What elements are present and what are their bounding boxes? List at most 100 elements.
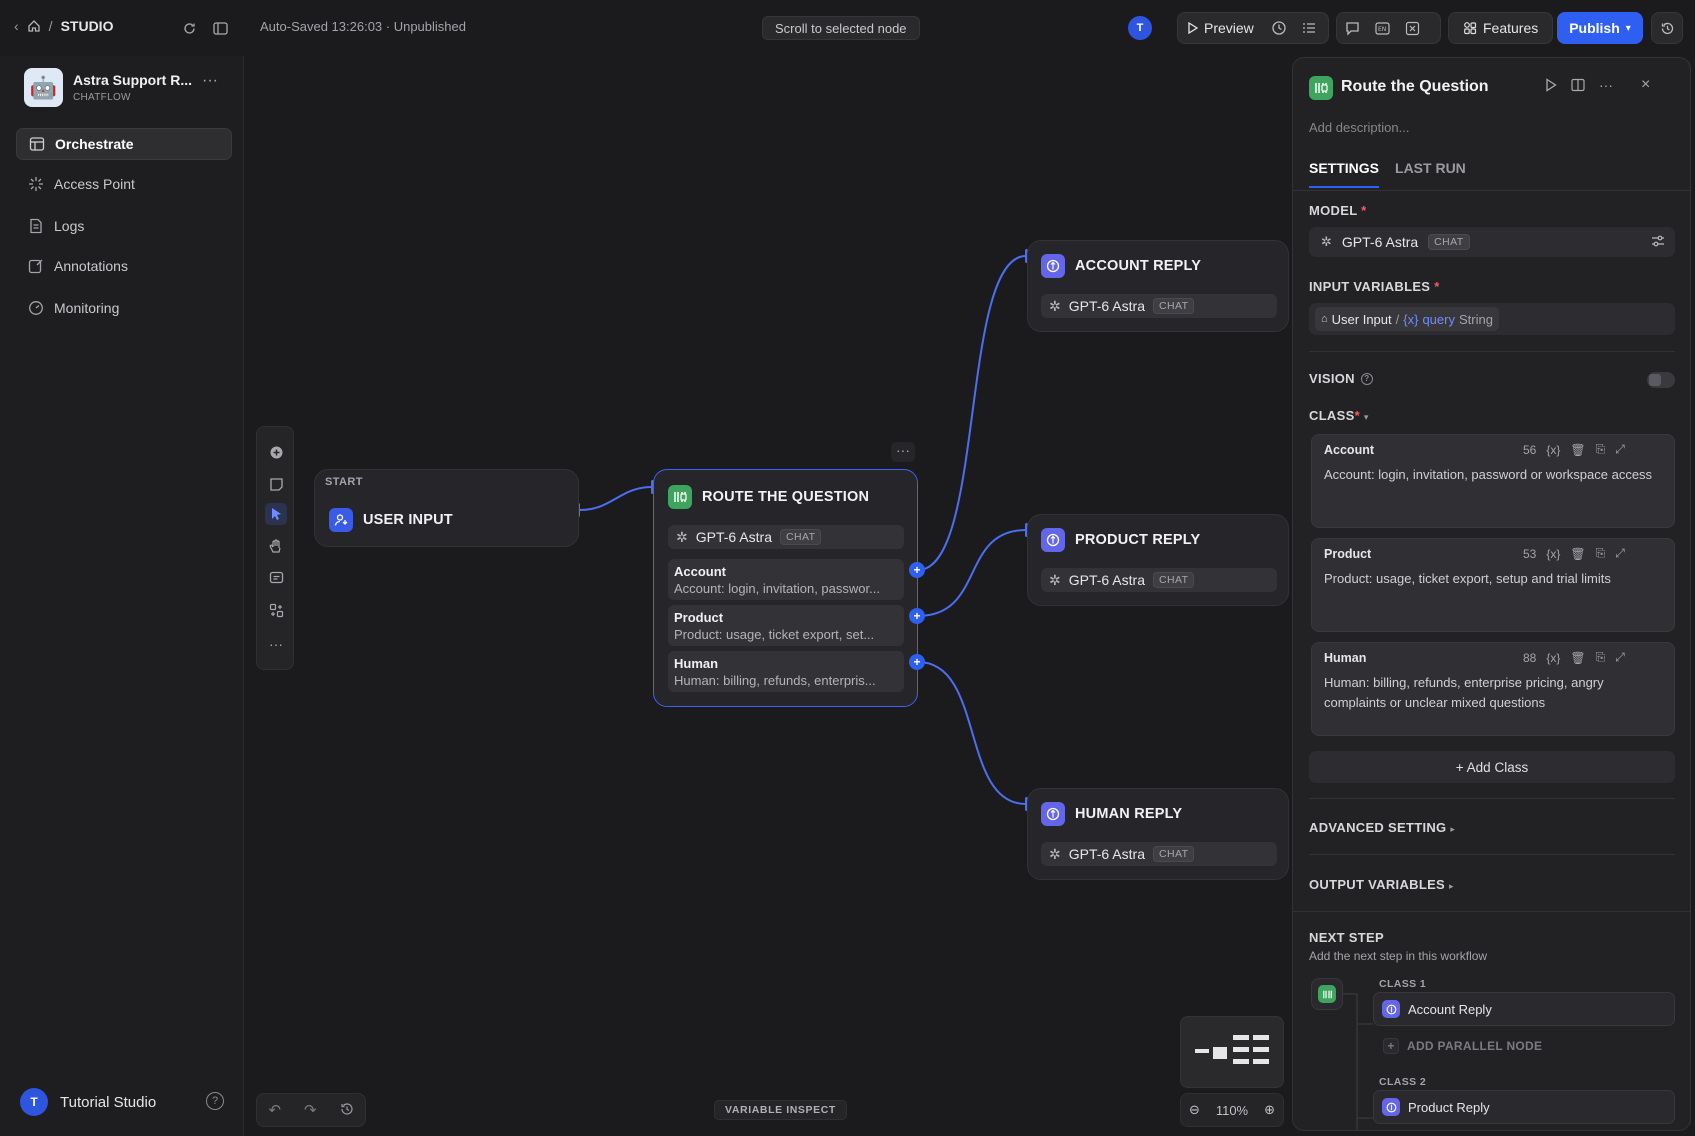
class-body[interactable]: Product: usage, ticket export, setup and… — [1324, 569, 1664, 589]
node-more-icon[interactable]: ··· — [891, 442, 915, 462]
class-tools: 88 {x} 🗑 ⎘ ⤢ — [1523, 650, 1625, 665]
start-kicker: START — [325, 476, 363, 488]
reply-node-label: ACCOUNT REPLY — [1075, 258, 1202, 274]
plus-icon: + — [1383, 1038, 1399, 1054]
zoom-controls: ⊖ 110% ⊕ — [1180, 1093, 1284, 1127]
class-card-human[interactable]: Human 88 {x} 🗑 ⎘ ⤢ Human: billing, refun… — [1311, 642, 1675, 736]
zoom-out-icon[interactable]: ⊖ — [1189, 1102, 1200, 1118]
openai-icon: ✲ — [1321, 234, 1332, 249]
copy-icon[interactable]: ⎘ — [1596, 650, 1606, 665]
section-divider — [1309, 854, 1675, 855]
more-icon[interactable]: ··· — [265, 633, 287, 655]
llm-icon — [1041, 528, 1065, 552]
account-reply-title: ACCOUNT REPLY — [1041, 254, 1201, 278]
delete-icon[interactable]: 🗑 — [1570, 651, 1585, 665]
expand-icon[interactable]: ⤢ — [1615, 546, 1625, 561]
output-variables-toggle[interactable]: OUTPUT VARIABLES ▸ — [1309, 877, 1454, 892]
edge-human — [917, 661, 1027, 805]
zoom-in-icon[interactable]: ⊕ — [1264, 1102, 1275, 1118]
llm-icon — [1382, 1098, 1400, 1116]
add-node-icon[interactable] — [265, 441, 287, 463]
insert-variable-icon[interactable]: {x} — [1546, 547, 1560, 561]
model-settings-icon[interactable] — [1651, 235, 1665, 250]
more-icon[interactable]: ··· — [1599, 77, 1613, 93]
next-step-account-reply[interactable]: Account Reply — [1373, 992, 1675, 1026]
route-node[interactable]: ROUTE THE QUESTION ✲ GPT-6 Astra CHAT Ac… — [653, 469, 918, 707]
add-branch-product-icon[interactable]: + — [909, 608, 925, 624]
expand-icon[interactable]: ⤢ — [1615, 650, 1625, 665]
undo-redo-bar: ↶ ↷ — [256, 1093, 366, 1127]
start-node-title: USER INPUT — [329, 508, 453, 532]
tab-settings[interactable]: SETTINGS — [1309, 160, 1380, 188]
openai-icon: ✲ — [676, 528, 688, 545]
model-selector[interactable]: ✲ GPT-6 Astra CHAT — [1309, 227, 1675, 257]
advanced-setting-toggle[interactable]: ADVANCED SETTING ▸ — [1309, 820, 1455, 835]
hand-icon[interactable] — [265, 535, 287, 557]
class-name: Human — [674, 656, 719, 671]
delete-icon[interactable]: 🗑 — [1570, 443, 1585, 457]
organize-icon[interactable] — [265, 599, 287, 621]
input-variable-field[interactable]: ⌂ User Input / {x} query String — [1309, 303, 1675, 335]
variable-chip[interactable]: ⌂ User Input / {x} query String — [1315, 307, 1499, 331]
minimap[interactable] — [1180, 1016, 1284, 1088]
expand-icon[interactable]: ⤢ — [1615, 442, 1625, 457]
copy-icon[interactable]: ⎘ — [1596, 442, 1606, 457]
add-branch-account-icon[interactable]: + — [909, 562, 925, 578]
route-model-pill: ✲ GPT-6 Astra CHAT — [668, 525, 904, 549]
class-body[interactable]: Account: login, invitation, password or … — [1324, 465, 1664, 485]
panel-tabs: SETTINGS LAST RUN — [1309, 160, 1466, 188]
product-reply-node[interactable]: PRODUCT REPLY ✲ GPT-6 Astra CHAT — [1027, 514, 1289, 606]
vision-toggle[interactable] — [1647, 372, 1675, 388]
chat-tag: CHAT — [1152, 572, 1195, 588]
reply-model-pill: ✲ GPT-6 Astra CHAT — [1041, 842, 1277, 866]
note-add-icon[interactable] — [265, 473, 287, 495]
close-icon[interactable]: × — [1641, 76, 1650, 94]
model-name: GPT-6 Astra — [1068, 846, 1145, 862]
account-reply-node[interactable]: ACCOUNT REPLY ✲ GPT-6 Astra CHAT — [1027, 240, 1289, 332]
class-card-account[interactable]: Account 56 {x} 🗑 ⎘ ⤢ Account: login, inv… — [1311, 434, 1675, 528]
human-reply-node[interactable]: HUMAN REPLY ✲ GPT-6 Astra CHAT — [1027, 788, 1289, 880]
next-step-label: NEXT STEP — [1309, 930, 1384, 945]
class-title: Account — [1324, 443, 1374, 457]
pointer-icon[interactable] — [265, 503, 287, 525]
class-desc: Account: login, invitation, passwor... — [674, 581, 880, 596]
variable-inspect-button[interactable]: VARIABLE INSPECT — [714, 1100, 847, 1120]
model-name: GPT-6 Astra — [1068, 572, 1145, 588]
redo-icon[interactable]: ↷ — [304, 1101, 317, 1119]
class-card-product[interactable]: Product 53 {x} 🗑 ⎘ ⤢ Product: usage, tic… — [1311, 538, 1675, 632]
tab-last-run[interactable]: LAST RUN — [1395, 160, 1466, 188]
add-branch-human-icon[interactable]: + — [909, 654, 925, 670]
split-view-icon[interactable] — [1571, 78, 1585, 92]
version-history-icon[interactable] — [340, 1102, 354, 1119]
class-desc: Human: billing, refunds, enterpris... — [674, 673, 876, 688]
copy-icon[interactable]: ⎘ — [1596, 546, 1606, 561]
start-node[interactable]: START USER INPUT — [314, 469, 579, 547]
model-name: GPT-6 Astra — [695, 529, 772, 545]
delete-icon[interactable]: 🗑 — [1570, 547, 1585, 561]
llm-icon — [1041, 802, 1065, 826]
class-label[interactable]: CLASS* ▾ — [1309, 408, 1369, 423]
description-input[interactable]: Add description... — [1309, 120, 1409, 135]
add-parallel-node-button[interactable]: + ADD PARALLEL NODE — [1373, 1032, 1675, 1060]
insert-variable-icon[interactable]: {x} — [1546, 651, 1560, 665]
variable-source: User Input — [1331, 311, 1392, 327]
classifier-icon — [668, 485, 692, 509]
next-step-product-reply[interactable]: Product Reply — [1373, 1090, 1675, 1124]
canvas-toolbar: ··· — [256, 426, 294, 670]
run-icon[interactable] — [1545, 78, 1557, 92]
route-class-human[interactable]: Human Human: billing, refunds, enterpris… — [668, 651, 904, 692]
edge-product — [917, 529, 1027, 617]
class-body[interactable]: Human: billing, refunds, enterprise pric… — [1324, 673, 1664, 713]
llm-icon — [1382, 1000, 1400, 1018]
comment-icon[interactable] — [265, 567, 287, 589]
panel-title[interactable]: Route the Question — [1341, 78, 1489, 96]
classifier-icon — [1309, 76, 1333, 100]
undo-icon[interactable]: ↶ — [268, 1101, 281, 1119]
route-class-product[interactable]: Product Product: usage, ticket export, s… — [668, 605, 904, 646]
add-class-button[interactable]: + Add Class — [1309, 751, 1675, 783]
route-class-account[interactable]: Account Account: login, invitation, pass… — [668, 559, 904, 600]
insert-variable-icon[interactable]: {x} — [1546, 443, 1560, 457]
openai-icon: ✲ — [1049, 571, 1061, 588]
zoom-level[interactable]: 110% — [1216, 1103, 1248, 1118]
next-step-connector — [1343, 993, 1373, 1130]
